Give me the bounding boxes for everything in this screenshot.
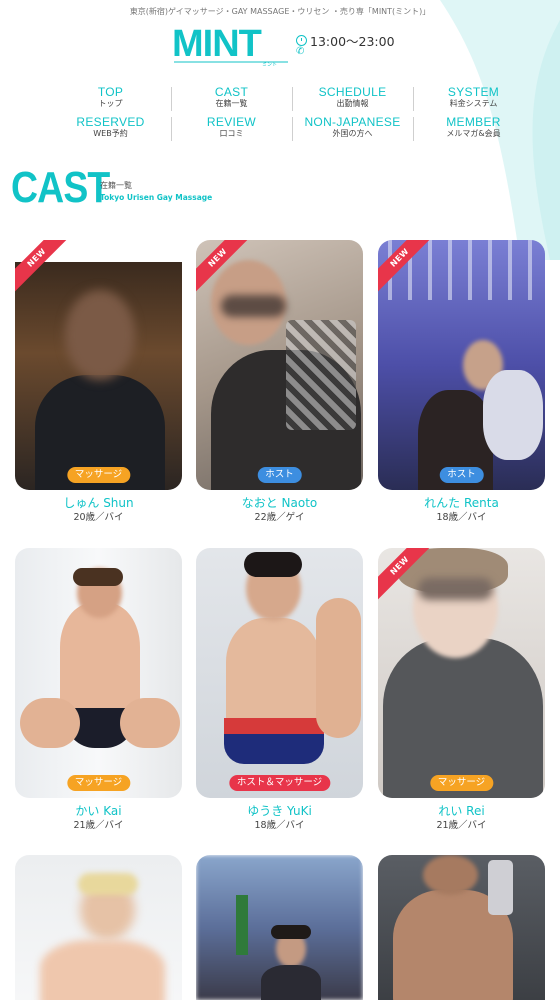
svg-text:ミント: ミント <box>262 62 277 66</box>
nav-label-en: CAST <box>214 85 249 99</box>
cast-name[interactable]: ゆうき YuKi <box>196 804 363 819</box>
category-tag: マッサージ <box>66 775 131 791</box>
cast-photo[interactable]: NEW マッサージ <box>15 240 182 490</box>
cast-card[interactable]: NEW ホスト なおと Naoto 22歳／ゲイ <box>196 240 363 524</box>
business-hours: 13:00〜23:00 <box>296 31 395 50</box>
category-tag: マッサージ <box>66 467 131 483</box>
nav-item-review[interactable]: REVIEW 口コミ <box>171 115 292 145</box>
nav-row-2: RESERVED WEB予約 REVIEW 口コミ NON-JAPANESE 外国の方… <box>50 115 535 145</box>
nav-label-jp: メルマガ&会員 <box>446 129 501 138</box>
nav-label-en: RESERVED <box>76 115 145 129</box>
nav-item-non-japanese[interactable]: NON-JAPANESE 外国の方へ <box>292 115 413 145</box>
nav-label-jp: トップ <box>98 99 123 108</box>
nav-row-1: TOP トップ CAST 在籍一覧 SCHEDULE 出勤情報 SYSTEM 料金システ… <box>50 85 535 115</box>
cast-photo[interactable]: NEW マッサージ <box>378 548 545 798</box>
mint-logo[interactable]: MINT ミント <box>170 22 292 66</box>
nav-item-reserved[interactable]: RESERVED WEB予約 <box>50 115 171 145</box>
cast-card[interactable]: NEW マッサージ しゅん Shun 20歳／バイ <box>15 240 182 524</box>
nav-label-en: TOP <box>97 85 124 99</box>
cast-photo[interactable]: NEW ホスト <box>196 240 363 490</box>
hours-text: 13:00〜23:00 <box>310 34 395 49</box>
svg-text:MINT: MINT <box>172 23 262 65</box>
phone-icon[interactable]: ✆ <box>296 46 304 57</box>
nav-item-cast[interactable]: CAST 在籍一覧 <box>171 85 292 115</box>
cast-age-orientation: 21歳／バイ <box>436 820 487 831</box>
cast-name[interactable]: しゅん Shun <box>15 496 182 511</box>
cast-photo[interactable] <box>196 855 363 1000</box>
nav-item-top[interactable]: TOP トップ <box>50 85 171 115</box>
nav-item-schedule[interactable]: SCHEDULE 出勤情報 <box>292 85 413 115</box>
nav-label-en: REVIEW <box>206 115 257 129</box>
section-subtitle-en: Tokyo Urisen Gay Massage <box>100 193 213 202</box>
cast-age-orientation: 18歳／バイ <box>436 512 487 523</box>
nav-label-jp: 料金システム <box>449 99 498 108</box>
section-title: CAST <box>11 163 110 212</box>
nav-item-member[interactable]: MEMBER メルマガ&会員 <box>413 115 534 145</box>
nav-label-jp: 在籍一覧 <box>215 99 248 108</box>
cast-card[interactable] <box>378 855 545 1000</box>
nav-label-jp: WEB予約 <box>93 129 128 138</box>
category-tag: ホスト <box>439 467 484 483</box>
site-tagline: 東京(新宿)ゲイマッサージ・GAY MASSAGE・ウリセン ・売り専「MINT… <box>129 7 431 16</box>
cast-age-orientation: 21歳／バイ <box>73 820 124 831</box>
main-navigation: TOP トップ CAST 在籍一覧 SCHEDULE 出勤情報 SYSTEM 料金システ… <box>50 85 535 145</box>
cast-name[interactable]: れんた Renta <box>378 496 545 511</box>
nav-label-en: NON-JAPANESE <box>304 115 401 129</box>
cast-card[interactable] <box>15 855 182 1000</box>
new-badge: NEW <box>378 548 432 602</box>
nav-label-en: MEMBER <box>446 115 501 129</box>
nav-label-jp: 外国の方へ <box>332 129 373 138</box>
cast-age-orientation: 18歳／バイ <box>254 820 305 831</box>
new-badge: NEW <box>378 240 432 294</box>
cast-name[interactable]: なおと Naoto <box>196 496 363 511</box>
nav-label-en: SYSTEM <box>447 85 500 99</box>
cast-photo[interactable]: NEW ホスト <box>378 240 545 490</box>
category-tag: ホスト＆マッサージ <box>228 775 331 791</box>
category-tag: マッサージ <box>429 775 494 791</box>
nav-item-system[interactable]: SYSTEM 料金システム <box>413 85 534 115</box>
category-tag: ホスト <box>257 467 302 483</box>
cast-card[interactable]: NEW ホスト れんた Renta 18歳／バイ <box>378 240 545 524</box>
cast-age-orientation: 20歳／バイ <box>73 512 124 523</box>
nav-label-en: SCHEDULE <box>318 85 387 99</box>
nav-label-jp: 出勤情報 <box>336 99 369 108</box>
section-subtitle-jp: 在籍一覧 <box>100 181 132 190</box>
cast-card[interactable]: NEW マッサージ れい Rei 21歳／バイ <box>378 548 545 832</box>
cast-age-orientation: 22歳／ゲイ <box>254 512 305 523</box>
nav-label-jp: 口コミ <box>219 129 244 138</box>
cast-card[interactable] <box>196 855 363 1000</box>
cast-card[interactable]: マッサージ かい Kai 21歳／バイ <box>15 548 182 832</box>
cast-photo[interactable] <box>378 855 545 1000</box>
section-subtitle: 在籍一覧 Tokyo Urisen Gay Massage <box>100 180 212 202</box>
new-badge: NEW <box>196 240 250 294</box>
cast-photo[interactable] <box>15 855 182 1000</box>
new-badge: NEW <box>15 240 69 294</box>
cast-photo[interactable]: マッサージ <box>15 548 182 798</box>
clock-icon <box>296 35 307 46</box>
cast-name[interactable]: かい Kai <box>15 804 182 819</box>
cast-card[interactable]: ホスト＆マッサージ ゆうき YuKi 18歳／バイ <box>196 548 363 832</box>
cast-photo[interactable]: ホスト＆マッサージ <box>196 548 363 798</box>
cast-name[interactable]: れい Rei <box>378 804 545 819</box>
